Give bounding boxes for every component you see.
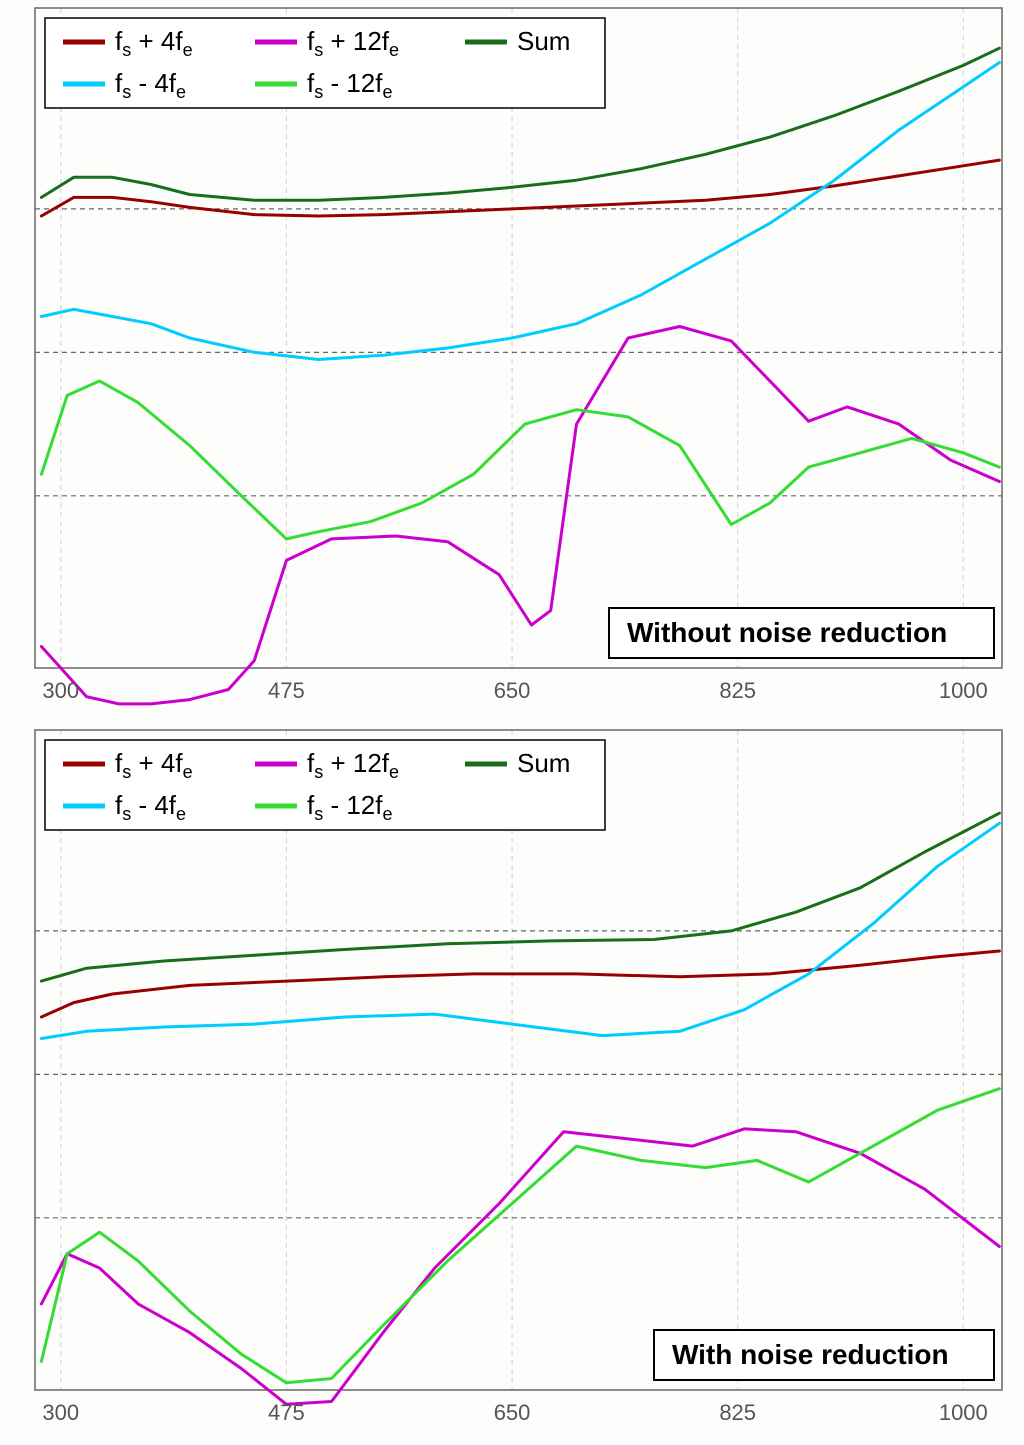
annotation-text: Without noise reduction <box>627 617 947 648</box>
x-tick-825: 825 <box>719 1400 756 1425</box>
x-tick-650: 650 <box>494 678 531 703</box>
chart-0: 40,000080,00003004756508251000Speed (rpm… <box>0 0 1002 704</box>
x-tick-475: 475 <box>268 1400 305 1425</box>
x-tick-1000: 1000 <box>939 678 988 703</box>
legend: fs + 4fefs + 12feSumfs - 4fefs - 12fe <box>45 18 605 108</box>
x-tick-300: 300 <box>42 1400 79 1425</box>
charts-container: 40,000080,00003004756508251000Speed (rpm… <box>0 0 1024 1445</box>
chart-svg: 40,000080,00003004756508251000Speed (rpm… <box>0 0 1024 1445</box>
legend: fs + 4fefs + 12feSumfs - 4fefs - 12fe <box>45 740 605 830</box>
legend-item-2: Sum <box>517 26 570 56</box>
x-tick-650: 650 <box>494 1400 531 1425</box>
x-tick-1000: 1000 <box>939 1400 988 1425</box>
annotation-text: With noise reduction <box>672 1339 949 1370</box>
x-tick-475: 475 <box>268 678 305 703</box>
series-f_s + 4f_e <box>41 160 999 216</box>
chart-1: 40,000080,00003004756508251000Speed (rpm… <box>0 0 1002 1425</box>
x-tick-300: 300 <box>42 678 79 703</box>
x-tick-825: 825 <box>719 678 756 703</box>
legend-item-2: Sum <box>517 748 570 778</box>
series-f_s - 12f_e <box>41 381 999 539</box>
series-Sum <box>41 813 999 981</box>
